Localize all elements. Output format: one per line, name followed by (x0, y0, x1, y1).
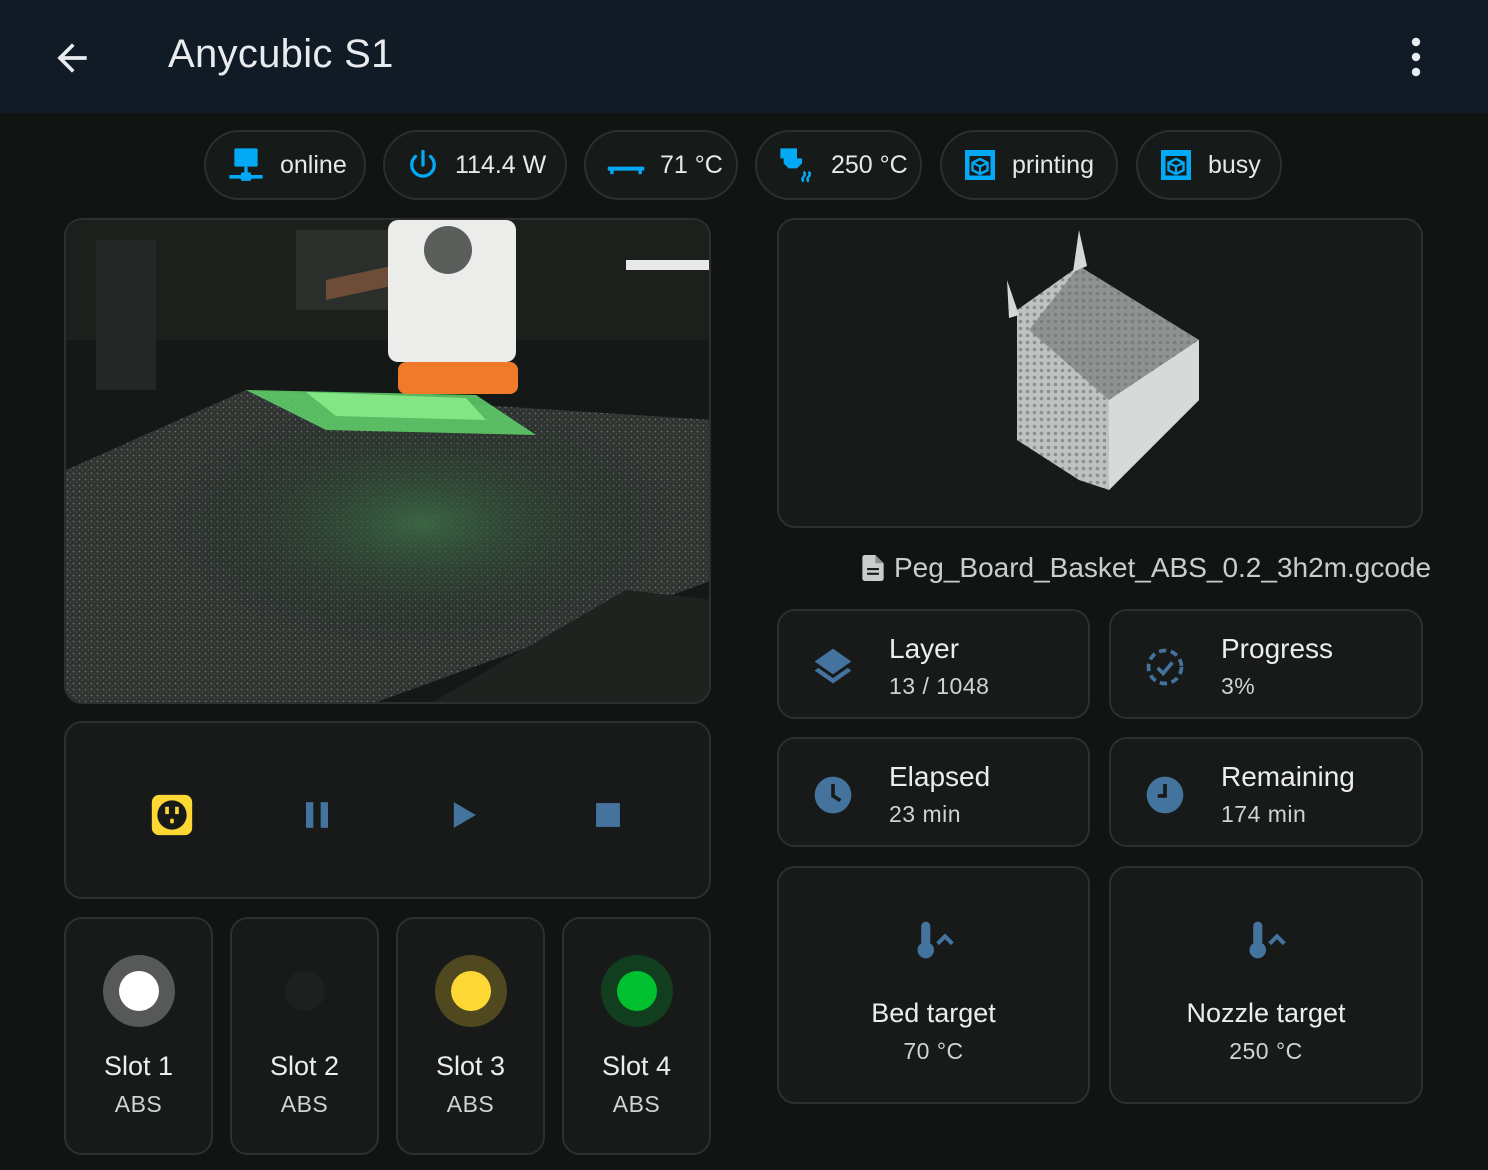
tile-value: 13 / 1048 (889, 673, 990, 699)
slot-color-ring (269, 955, 341, 1027)
slot-color-dot (285, 971, 325, 1011)
chip-nozzle-temperature[interactable]: 250 °C (755, 130, 922, 200)
thermometer-chevron-up-icon (1249, 921, 1286, 959)
power-socket-icon (151, 794, 193, 836)
tile-remaining[interactable]: Remaining 174 min (1109, 737, 1423, 847)
filament-slot-2[interactable]: Slot 2 ABS (230, 917, 379, 1155)
slot-material: ABS (280, 1091, 329, 1117)
slot-name: Slot 2 (269, 1051, 340, 1081)
top-app-bar: Anycubic S1 (0, 0, 1488, 113)
more-vert-icon[interactable] (1398, 35, 1434, 79)
print-controls (64, 721, 711, 899)
monitor-network-icon (229, 148, 263, 181)
thermometer-chevron-up-icon (917, 921, 954, 959)
gcode-filename: Peg_Board_Basket_ABS_0.2_3h2m.gcode (862, 548, 1431, 588)
filament-slot-1[interactable]: Slot 1 ABS (64, 917, 213, 1155)
chip-connection-status[interactable]: online (204, 130, 366, 200)
target-value: 70 °C (903, 1038, 964, 1064)
stop-button[interactable] (586, 793, 630, 837)
chip-power[interactable]: 114.4 W (383, 130, 567, 200)
filename-text: Peg_Board_Basket_ABS_0.2_3h2m.gcode (894, 552, 1432, 583)
power-outlet-button[interactable] (150, 793, 194, 837)
stop-icon (596, 803, 620, 827)
camera-feed[interactable] (64, 218, 711, 704)
tile-label: Remaining (1221, 761, 1355, 792)
tile-elapsed[interactable]: Elapsed 23 min (777, 737, 1090, 847)
filament-slot-4[interactable]: Slot 4 ABS (562, 917, 711, 1155)
slot-color-ring (601, 955, 673, 1027)
layers-icon (814, 648, 852, 684)
printer-3d-icon (965, 150, 995, 180)
chip-busy-status[interactable]: busy (1136, 130, 1282, 200)
clock-remaining-icon (1146, 776, 1184, 814)
chip-bed-temperature[interactable]: 71 °C (584, 130, 738, 200)
chip-label: 250 °C (831, 150, 908, 179)
slot-name: Slot 4 (601, 1051, 672, 1081)
slot-color-dot (451, 971, 491, 1011)
tile-label: Elapsed (889, 761, 991, 792)
progress-check-icon (1146, 648, 1184, 686)
pause-icon (306, 802, 328, 828)
slot-material: ABS (612, 1091, 661, 1117)
target-value: 250 °C (1229, 1038, 1303, 1064)
target-label: Bed target (871, 998, 996, 1028)
tile-label: Progress (1221, 633, 1334, 664)
tile-layer[interactable]: Layer 13 / 1048 (777, 609, 1090, 719)
slot-color-dot (617, 971, 657, 1011)
slot-color-ring (103, 955, 175, 1027)
page-title: Anycubic S1 (168, 32, 394, 76)
printer-nozzle-heat-icon (780, 148, 812, 183)
chip-label: 114.4 W (455, 150, 547, 179)
chip-label: online (280, 150, 347, 179)
tile-value: 23 min (889, 801, 962, 827)
tile-bed-target[interactable]: Bed target 70 °C (777, 866, 1090, 1104)
tile-label: Layer (889, 633, 960, 664)
play-icon (453, 802, 476, 828)
printer-bed-icon (607, 166, 645, 175)
tile-value: 174 min (1221, 801, 1307, 827)
printer-3d-icon (1161, 150, 1191, 180)
chip-label: 71 °C (660, 150, 723, 179)
slot-color-ring (435, 955, 507, 1027)
slot-color-dot (119, 971, 159, 1011)
clock-icon (814, 776, 852, 814)
slot-material: ABS (446, 1091, 495, 1117)
model-preview-image (1007, 230, 1199, 490)
power-icon (410, 149, 436, 178)
chip-label: printing (1012, 150, 1094, 179)
model-preview[interactable] (777, 218, 1423, 528)
pause-button[interactable] (295, 793, 339, 837)
file-document-icon (862, 555, 884, 581)
target-label: Nozzle target (1186, 998, 1346, 1028)
tile-nozzle-target[interactable]: Nozzle target 250 °C (1109, 866, 1423, 1104)
filament-slot-3[interactable]: Slot 3 ABS (396, 917, 545, 1155)
chip-print-status[interactable]: printing (940, 130, 1118, 200)
slot-name: Slot 3 (435, 1051, 506, 1081)
slot-name: Slot 1 (103, 1051, 174, 1081)
chip-label: busy (1208, 150, 1261, 179)
resume-button[interactable] (441, 793, 485, 837)
slot-material: ABS (114, 1091, 163, 1117)
tile-progress[interactable]: Progress 3% (1109, 609, 1423, 719)
back-arrow-icon[interactable] (50, 36, 94, 80)
tile-value: 3% (1221, 673, 1256, 699)
camera-image (66, 220, 709, 702)
